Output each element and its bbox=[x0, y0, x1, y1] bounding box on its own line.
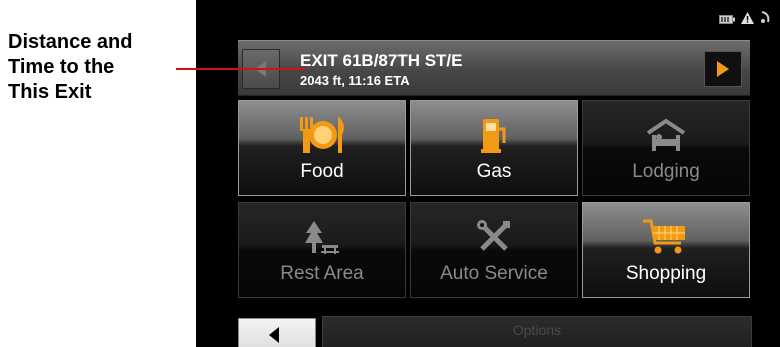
category-label: Food bbox=[300, 161, 344, 182]
battery-icon bbox=[719, 11, 735, 29]
category-label: Gas bbox=[476, 161, 512, 182]
next-exit-button[interactable] bbox=[704, 51, 742, 87]
category-label: Auto Service bbox=[440, 263, 548, 284]
category-label: Lodging bbox=[632, 161, 700, 182]
exit-distance-eta: 2043 ft, 11:16 ETA bbox=[300, 73, 410, 88]
options-button[interactable]: Options bbox=[322, 316, 752, 347]
shopping-cart-icon bbox=[641, 217, 691, 257]
category-rest-area-button[interactable]: Rest Area bbox=[238, 202, 406, 298]
food-icon bbox=[292, 115, 352, 155]
callout-pointer-line bbox=[176, 68, 306, 70]
gas-pump-icon bbox=[479, 115, 509, 155]
callout-line: Distance and bbox=[8, 31, 133, 53]
category-food-button[interactable]: Food bbox=[238, 100, 406, 196]
exit-info-bar: EXIT 61B/87TH ST/E 2043 ft, 11:16 ETA bbox=[238, 40, 750, 96]
satellite-icon bbox=[760, 10, 772, 29]
nav-device-screen: EXIT 61B/87TH ST/E 2043 ft, 11:16 ETA Fo… bbox=[196, 0, 780, 347]
callout-annotation: Distance and Time to the This Exit bbox=[8, 30, 188, 105]
exit-name: EXIT 61B/87TH ST/E bbox=[300, 51, 463, 70]
status-bar bbox=[719, 10, 772, 29]
category-label: Rest Area bbox=[280, 263, 364, 284]
back-button[interactable] bbox=[238, 318, 316, 347]
warning-icon bbox=[741, 11, 754, 29]
category-shopping-button[interactable]: Shopping bbox=[582, 202, 750, 298]
auto-service-icon bbox=[474, 217, 514, 257]
callout-line: This Exit bbox=[8, 81, 92, 103]
rest-area-icon bbox=[302, 217, 342, 257]
category-label: Shopping bbox=[625, 263, 707, 284]
lodging-icon bbox=[644, 115, 688, 155]
category-lodging-button[interactable]: Lodging bbox=[582, 100, 750, 196]
callout-line: Time to the bbox=[8, 56, 115, 78]
category-auto-service-button[interactable]: Auto Service bbox=[410, 202, 578, 298]
category-gas-button[interactable]: Gas bbox=[410, 100, 578, 196]
